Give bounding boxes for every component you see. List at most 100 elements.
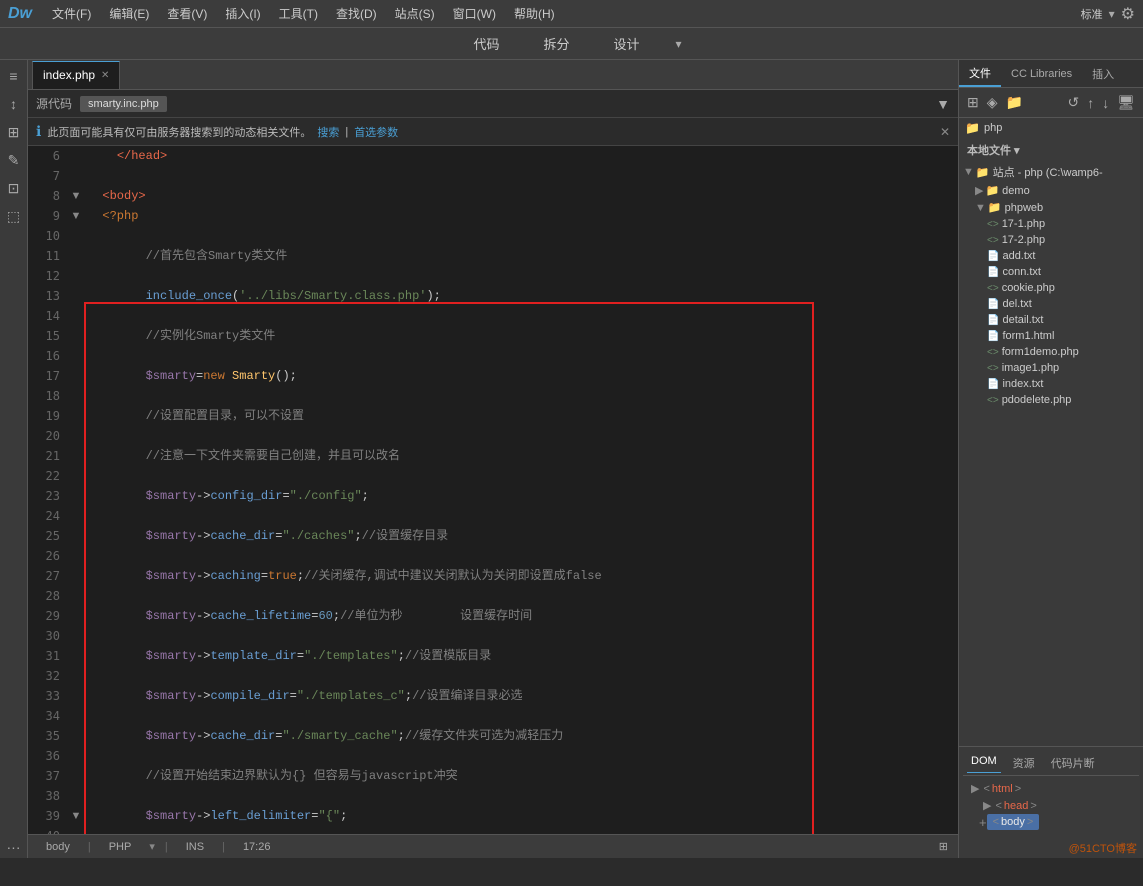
code-area[interactable]: 6 </head> 7 8 ▼ <body>	[28, 146, 958, 834]
view-design-btn[interactable]: 设计	[601, 30, 651, 57]
tab-close-index[interactable]: ✕	[101, 70, 109, 81]
menu-file[interactable]: 文件(F)	[44, 2, 99, 25]
tree-file-detail-txt[interactable]: 📄 detail.txt	[983, 312, 1143, 328]
menu-find[interactable]: 查找(D)	[328, 2, 385, 25]
sidebar-icon-4[interactable]: ✎	[3, 149, 25, 171]
fold-marker	[68, 486, 84, 506]
tree-file-cookie-php[interactable]: <> cookie.php	[983, 280, 1143, 296]
demo-folder-label: demo	[1002, 185, 1030, 197]
table-row: 31 $smarty->template_dir="./templates";/…	[28, 646, 958, 666]
html-expand-icon: ▶	[971, 782, 979, 795]
menu-site[interactable]: 站点(S)	[387, 2, 443, 25]
tree-file-17-1[interactable]: <> 17-1.php	[983, 216, 1143, 232]
sidebar-icon-bottom[interactable]: ···	[3, 836, 25, 858]
code-content	[84, 386, 958, 406]
rt-icon-up[interactable]: ↑	[1085, 93, 1096, 113]
head-expand-icon: ▶	[983, 799, 991, 812]
code-content	[84, 626, 958, 646]
line-number: 13	[28, 286, 68, 306]
info-close-btn[interactable]: ✕	[940, 125, 950, 139]
code-content	[84, 706, 958, 726]
line-number: 14	[28, 306, 68, 326]
fold-marker	[68, 606, 84, 626]
tree-file-pdodelete[interactable]: <> pdodelete.php	[983, 392, 1143, 408]
dom-tab-dom[interactable]: DOM	[967, 753, 1001, 773]
rt-icon-diamond[interactable]: ◈	[985, 92, 1000, 113]
table-row: 21 //注意一下文件夹需要自己创建，并且可以改名	[28, 446, 958, 466]
line-number: 17	[28, 366, 68, 386]
view-split-btn[interactable]: 拆分	[531, 30, 581, 57]
filter-icon[interactable]: ▼	[936, 96, 950, 112]
table-row: 26	[28, 546, 958, 566]
view-code-btn[interactable]: 代码	[461, 30, 511, 57]
fold-marker	[68, 826, 84, 834]
view-design-dropdown[interactable]: ▾	[676, 37, 682, 51]
file-label-index-txt: index.txt	[1002, 378, 1043, 390]
menu-view[interactable]: 查看(V)	[159, 2, 215, 25]
fold-marker	[68, 526, 84, 546]
code-content: </head>	[84, 146, 958, 166]
file-label-form1demo: form1demo.php	[1002, 346, 1079, 358]
menu-tools[interactable]: 工具(T)	[271, 2, 326, 25]
status-position: 17:26	[235, 841, 279, 853]
dom-tab-snippets[interactable]: 代码片断	[1047, 753, 1099, 773]
info-search-link[interactable]: 搜索	[317, 124, 339, 140]
rt-icon-folder[interactable]: 📁	[1004, 92, 1025, 113]
menu-insert[interactable]: 插入(I)	[217, 2, 268, 25]
line-number: 11	[28, 246, 68, 266]
mode-dropdown-icon[interactable]: ▾	[1109, 7, 1115, 21]
table-row: 33 $smarty->compile_dir="./templates_c";…	[28, 686, 958, 706]
table-row: 20	[28, 426, 958, 446]
tree-file-form1demo[interactable]: <> form1demo.php	[983, 344, 1143, 360]
tree-file-del-txt[interactable]: 📄 del.txt	[983, 296, 1143, 312]
fold-marker	[68, 506, 84, 526]
menu-help[interactable]: 帮助(H)	[506, 2, 563, 25]
dom-node-body[interactable]: <body>	[987, 814, 1040, 830]
html-file-icon: 📄	[987, 331, 999, 342]
txt-file-icon-4: 📄	[987, 315, 999, 326]
tree-file-form1-html[interactable]: 📄 form1.html	[983, 328, 1143, 344]
php-folder-icon: 📁	[965, 121, 980, 135]
dom-node-html[interactable]: ▶ <html>	[971, 780, 1131, 797]
top-menubar: Dw 文件(F) 编辑(E) 查看(V) 插入(I) 工具(T) 查找(D) 站…	[0, 0, 1143, 28]
right-tab-files[interactable]: 文件	[959, 60, 1001, 87]
smarty-badge[interactable]: smarty.inc.php	[80, 96, 167, 112]
settings-icon[interactable]: ⚙	[1121, 4, 1135, 24]
sidebar-icon-5[interactable]: ⊡	[3, 177, 25, 199]
menu-window[interactable]: 窗口(W)	[445, 2, 504, 25]
dom-add-btn[interactable]: +	[979, 815, 987, 830]
dom-tab-resources[interactable]: 资源	[1009, 753, 1039, 773]
tree-file-conn-txt[interactable]: 📄 conn.txt	[983, 264, 1143, 280]
tree-demo-folder[interactable]: ▶ 📁 demo	[971, 182, 1143, 199]
tree-file-17-2[interactable]: <> 17-2.php	[983, 232, 1143, 248]
rt-icon-grid[interactable]: ⊞	[965, 92, 981, 113]
sidebar-icon-1[interactable]: ≡	[3, 65, 25, 87]
code-content	[84, 466, 958, 486]
file-label-17-2: 17-2.php	[1002, 234, 1045, 246]
tree-file-add-txt[interactable]: 📄 add.txt	[983, 248, 1143, 264]
code-content	[84, 786, 958, 806]
status-php-dropdown[interactable]: ▾	[149, 840, 155, 853]
tree-file-index-txt[interactable]: 📄 index.txt	[983, 376, 1143, 392]
info-prefs-link[interactable]: 首选参数	[354, 124, 398, 140]
dom-node-head[interactable]: ▶ <head>	[983, 797, 1131, 814]
sidebar-icon-6[interactable]: ⬚	[3, 205, 25, 227]
right-tab-cc[interactable]: CC Libraries	[1001, 60, 1082, 87]
code-table: 6 </head> 7 8 ▼ <body>	[28, 146, 958, 834]
tree-site-root[interactable]: ▼ 📁 站点 - php (C:\wamp6-	[959, 162, 1143, 182]
rt-icon-down[interactable]: ↓	[1100, 93, 1111, 113]
tab-index-php[interactable]: index.php ✕	[32, 61, 120, 89]
tree-phpweb-folder[interactable]: ▼ 📁 phpweb	[971, 199, 1143, 216]
dom-tag-html: html	[992, 783, 1013, 795]
sidebar-icon-3[interactable]: ⊞	[3, 121, 25, 143]
sidebar-icon-2[interactable]: ↕	[3, 93, 25, 115]
line-number: 8	[28, 186, 68, 206]
rt-icon-refresh[interactable]: ↺	[1065, 92, 1081, 113]
txt-file-icon-1: 📄	[987, 251, 999, 262]
rt-icon-monitor[interactable]: 🖥	[1115, 92, 1137, 113]
right-tab-insert[interactable]: 插入	[1082, 60, 1124, 87]
status-grid-icon[interactable]: ⊞	[939, 840, 948, 853]
menu-edit[interactable]: 编辑(E)	[101, 2, 157, 25]
code-content: //首先包含Smarty类文件	[84, 246, 958, 266]
tree-file-image1[interactable]: <> image1.php	[983, 360, 1143, 376]
